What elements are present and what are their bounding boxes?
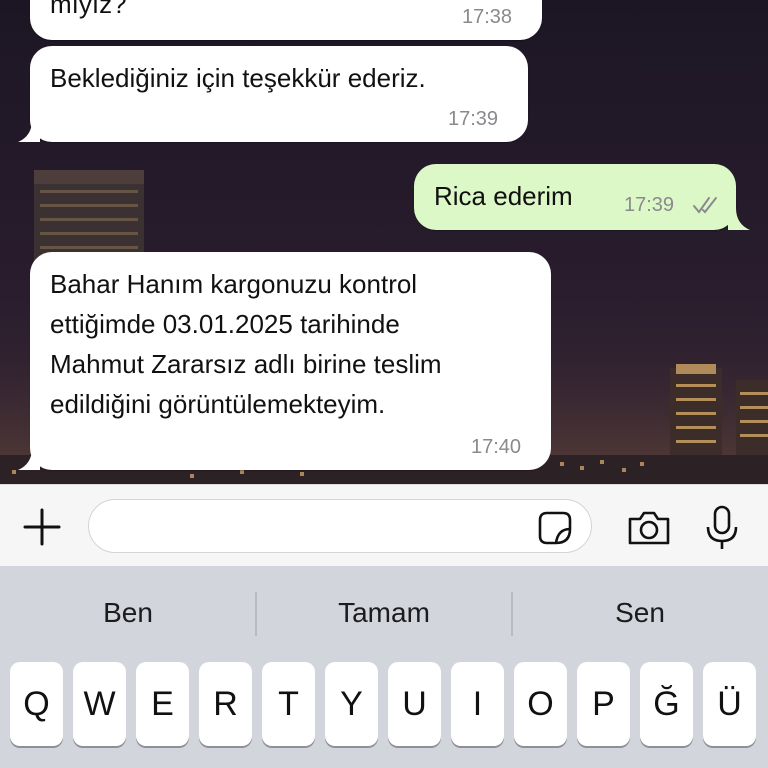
bubble-tail-icon [18, 120, 40, 142]
bubble-tail-icon [18, 448, 40, 470]
read-double-check-icon [693, 197, 717, 214]
key-p[interactable]: P [577, 662, 630, 746]
key-y[interactable]: Y [325, 662, 378, 746]
key-q[interactable]: Q [10, 662, 63, 746]
suggestion-sen[interactable]: Sen [512, 566, 768, 660]
message-bubble-incoming[interactable]: Beklediğiniz için teşekkür ederiz. 17:39 [30, 46, 528, 142]
message-input[interactable] [88, 499, 592, 553]
message-text: Mahmut Zararsız adlı birine teslim [50, 349, 442, 379]
key-o[interactable]: O [514, 662, 567, 746]
message-text: edildiğini görüntülemekteyim. [50, 389, 386, 419]
message-time: 17:39 [448, 108, 499, 130]
suggestion-ben[interactable]: Ben [0, 566, 256, 660]
message-text: Bahar Hanım kargonuzu kontrol [50, 269, 418, 299]
key-g-breve[interactable]: Ğ [640, 662, 693, 746]
suggestion-tamam[interactable]: Tamam [256, 566, 512, 660]
keyboard: Ben Tamam Sen Q W E R T Y U I O P Ğ Ü [0, 566, 768, 768]
message-text: Rica ederim [434, 181, 573, 211]
key-u[interactable]: U [388, 662, 441, 746]
message-input-bar [0, 484, 768, 567]
key-w[interactable]: W [73, 662, 126, 746]
key-t[interactable]: T [262, 662, 315, 746]
bubble-tail-icon [728, 208, 750, 230]
key-i[interactable]: I [451, 662, 504, 746]
camera-icon[interactable] [626, 509, 672, 547]
sticker-icon[interactable] [538, 511, 572, 545]
key-r[interactable]: R [199, 662, 252, 746]
message-bubble-incoming[interactable]: Bahar Hanım kargonuzu kontrol ettiğimde … [30, 252, 551, 470]
message-text: Beklediğiniz için teşekkür ederiz. [50, 63, 426, 93]
message-bubble-outgoing[interactable]: Rica ederim 17:39 [414, 164, 736, 230]
message-time: 17:38 [462, 6, 513, 28]
plus-icon[interactable] [22, 507, 62, 547]
message-text: ettiğimde 03.01.2025 tarihinde [50, 309, 400, 339]
message-bubble-incoming[interactable]: mıyız? 17:38 [30, 0, 542, 40]
message-time: 17:40 [471, 436, 522, 458]
key-e[interactable]: E [136, 662, 189, 746]
key-u-umlaut[interactable]: Ü [703, 662, 756, 746]
message-time: 17:39 [624, 194, 675, 216]
predictive-text-bar: Ben Tamam Sen [0, 566, 768, 660]
chat-area[interactable]: mıyız? 17:38 Beklediğiniz için teşekkür … [0, 0, 768, 484]
message-text: mıyız? [50, 0, 127, 19]
microphone-icon[interactable] [704, 505, 740, 551]
